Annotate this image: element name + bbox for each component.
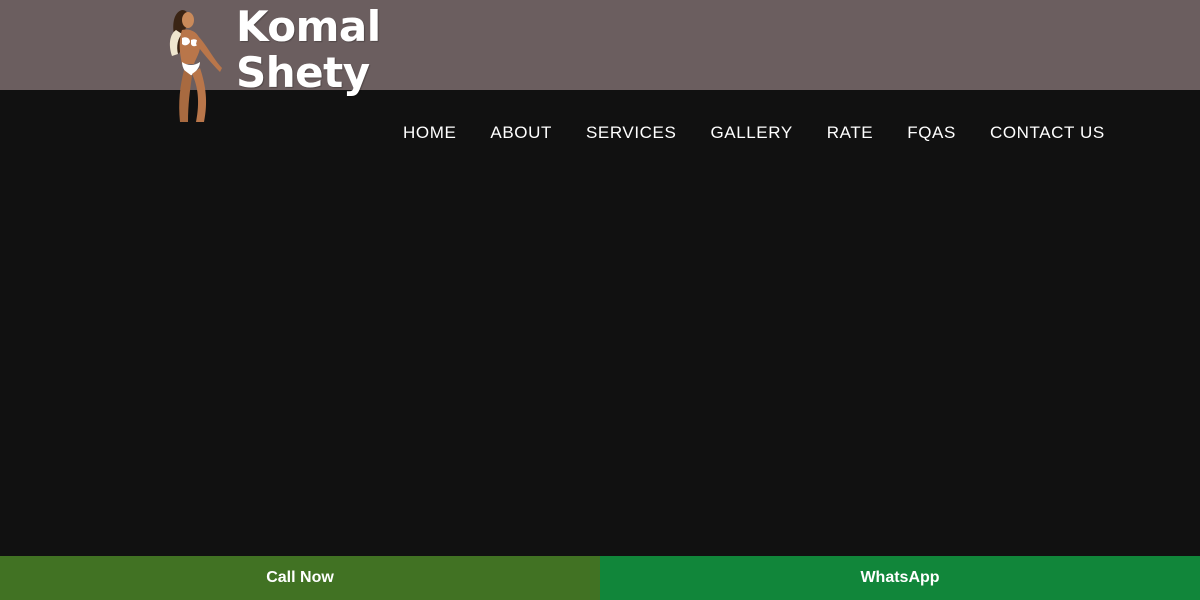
brand-name-line1: Komal	[236, 2, 381, 51]
nav-rate[interactable]: RATE	[810, 123, 890, 143]
whatsapp-button[interactable]: WhatsApp	[600, 556, 1200, 600]
site-logo[interactable]: Komal Shety	[160, 4, 381, 122]
nav-fqas[interactable]: FQAS	[890, 123, 973, 143]
call-now-button[interactable]: Call Now	[0, 556, 600, 600]
woman-figure-logo-icon	[169, 10, 222, 122]
nav-contact-us[interactable]: CONTACT US	[973, 123, 1122, 143]
nav-gallery[interactable]: GALLERY	[693, 123, 809, 143]
brand-name-line2: Shety	[236, 48, 370, 97]
brand-name: Komal Shety	[236, 4, 386, 96]
nav-home[interactable]: HOME	[386, 123, 473, 143]
nav-services[interactable]: SERVICES	[569, 123, 693, 143]
main-nav: HOME ABOUT SERVICES GALLERY RATE FQAS CO…	[386, 121, 1122, 145]
bottom-cta-bar: Call Now WhatsApp	[0, 556, 1200, 600]
page: Komal Shety HOME ABOUT SERVICES GALLERY …	[0, 0, 1200, 600]
nav-about[interactable]: ABOUT	[473, 123, 569, 143]
